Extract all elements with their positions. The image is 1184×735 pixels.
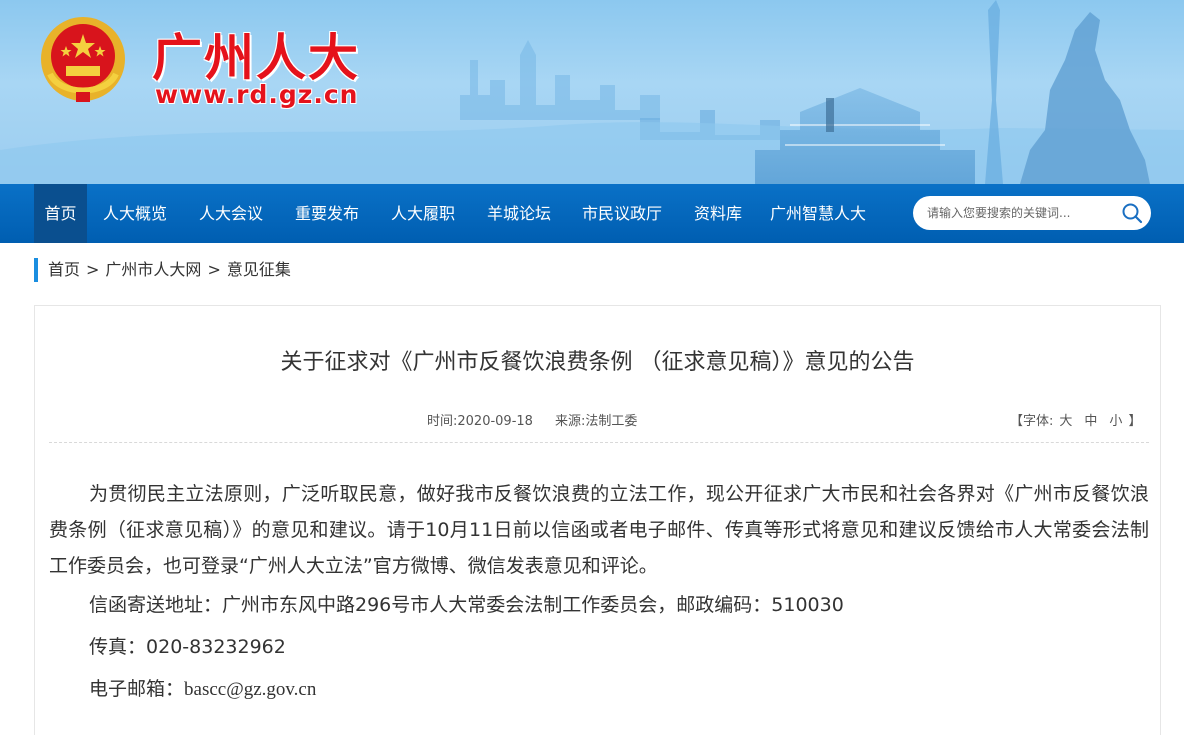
site-url: www.rd.gz.cn (155, 80, 359, 109)
nav-item-overview[interactable]: 人大概览 (96, 184, 174, 243)
breadcrumb-site[interactable]: 广州市人大网 (105, 260, 201, 279)
nav-item-duties[interactable]: 人大履职 (384, 184, 462, 243)
email-line: 电子邮箱：bascc@gz.gov.cn (49, 668, 1149, 711)
nav-item-home[interactable]: 首页 (34, 184, 87, 243)
email-label: 电子邮箱： (89, 678, 185, 700)
breadcrumb-separator: > (207, 260, 221, 279)
article-panel: 关于征求对《广州市反餐饮浪费条例 （征求意见稿）》意见的公告 时间:2020-0… (34, 305, 1161, 735)
breadcrumb: 首页 > 广州市人大网 > 意见征集 (34, 258, 291, 282)
font-size-label: 【字体: (1010, 414, 1054, 429)
font-size-close: 】 (1128, 414, 1142, 429)
nav-item-meetings[interactable]: 人大会议 (192, 184, 270, 243)
font-size-switcher: 【字体: 大中小】 (1010, 410, 1141, 429)
title-divider (49, 442, 1149, 443)
nav-item-releases[interactable]: 重要发布 (288, 184, 366, 243)
font-size-small[interactable]: 小 (1109, 414, 1122, 429)
breadcrumb-current[interactable]: 意见征集 (227, 260, 291, 279)
article-body: 为贯彻民主立法原则，广泛听取民意，做好我市反餐饮浪费的立法工作，现公开征求广大市… (49, 476, 1149, 711)
mailing-address: 信函寄送地址：广州市东风中路296号市人大常委会法制工作委员会，邮政编码：510… (89, 594, 844, 616)
font-size-medium[interactable]: 中 (1084, 414, 1097, 429)
nav-item-forum[interactable]: 羊城论坛 (480, 184, 558, 243)
email-address[interactable]: bascc@gz.gov.cn (184, 679, 316, 700)
fax-number: 020-83232962 (146, 636, 286, 658)
nav-item-smart-npc[interactable]: 广州智慧人大 (764, 184, 872, 243)
publish-time: 时间:2020-09-18 (427, 414, 533, 429)
breadcrumb-separator: > (86, 260, 100, 279)
fax-line: 传真：020-83232962 (49, 626, 1149, 668)
header-banner: 广州人大 www.rd.gz.cn (0, 0, 1184, 184)
fax-label: 传真： (89, 636, 147, 658)
breadcrumb-home[interactable]: 首页 (48, 260, 80, 279)
search-input[interactable] (927, 196, 1107, 230)
nav-item-library[interactable]: 资料库 (686, 184, 750, 243)
nav-item-citizen-hall[interactable]: 市民议政厅 (576, 184, 668, 243)
article-source: 来源:法制工委 (554, 414, 638, 429)
article-paragraph: 为贯彻民主立法原则，广泛听取民意，做好我市反餐饮浪费的立法工作，现公开征求广大市… (49, 483, 1149, 577)
search-icon[interactable] (1121, 202, 1143, 224)
search-box (913, 196, 1151, 230)
font-size-large[interactable]: 大 (1059, 414, 1072, 429)
national-emblem-logo (41, 17, 125, 102)
article-meta: 时间:2020-09-18 来源:法制工委 (427, 410, 659, 429)
article-title: 关于征求对《广州市反餐饮浪费条例 （征求意见稿）》意见的公告 (280, 350, 915, 375)
